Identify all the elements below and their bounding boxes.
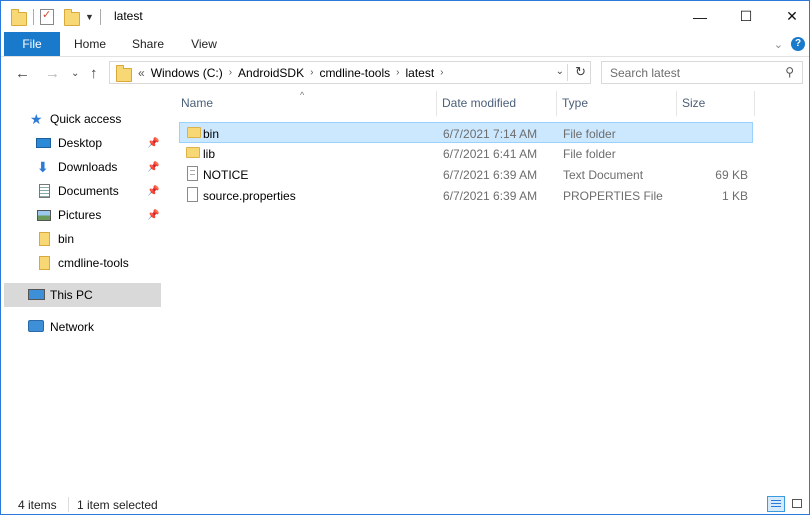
- recent-locations-chevron-icon[interactable]: ⌄: [71, 68, 79, 79]
- chevron-right-icon[interactable]: ›: [229, 67, 232, 78]
- file-type: Text Document: [563, 168, 644, 182]
- pin-icon[interactable]: 📌: [147, 138, 159, 149]
- help-icon[interactable]: ?: [791, 37, 805, 51]
- breadcrumb-latest[interactable]: latest: [405, 66, 434, 80]
- search-box[interactable]: ⚲: [601, 61, 803, 84]
- file-type: File folder: [563, 127, 616, 141]
- file-icon: [187, 187, 198, 202]
- quick-access-toolbar: ▼: [11, 8, 105, 26]
- back-arrow-icon[interactable]: ←: [15, 65, 30, 82]
- folder-icon: [186, 147, 200, 158]
- folder-icon: [39, 232, 50, 246]
- folder-icon: [187, 127, 201, 138]
- refresh-icon[interactable]: ↻: [575, 64, 586, 80]
- status-bar: 4 items 1 item selected: [1, 494, 809, 515]
- documents-icon: [39, 184, 50, 198]
- minimize-button[interactable]: —: [677, 1, 723, 32]
- pictures-icon: [37, 210, 51, 221]
- file-date: 6/7/2021 7:14 AM: [443, 127, 538, 141]
- tab-home[interactable]: Home: [67, 32, 113, 56]
- file-row-lib[interactable]: lib 6/7/2021 6:41 AM File folder: [179, 143, 753, 164]
- pin-icon[interactable]: 📌: [147, 162, 159, 173]
- details-view-button[interactable]: [767, 496, 785, 512]
- nav-this-pc[interactable]: This PC: [4, 283, 161, 307]
- file-name: bin: [203, 127, 220, 141]
- star-icon: ★: [30, 110, 43, 127]
- address-bar[interactable]: « Windows (C:) › AndroidSDK › cmdline-to…: [109, 61, 591, 84]
- file-type: File folder: [563, 147, 616, 161]
- nav-item-desktop[interactable]: Desktop 📌: [4, 131, 161, 155]
- large-icons-view-button[interactable]: [789, 496, 807, 512]
- close-button[interactable]: ✕: [769, 1, 812, 32]
- computer-icon: [28, 289, 45, 300]
- file-row-source-properties[interactable]: source.properties 6/7/2021 6:39 AM PROPE…: [179, 185, 753, 206]
- file-date: 6/7/2021 6:41 AM: [443, 147, 538, 161]
- tab-file[interactable]: File: [4, 32, 60, 56]
- download-icon: ⬇: [37, 158, 49, 175]
- chevron-right-icon[interactable]: ›: [396, 67, 399, 78]
- desktop-icon: [36, 138, 51, 148]
- column-header-size[interactable]: Size: [682, 89, 752, 118]
- breadcrumb-overflow[interactable]: «: [138, 66, 145, 80]
- text-file-icon: [187, 166, 198, 181]
- navigation-bar: ← → ⌄ ↑ « Windows (C:) › AndroidSDK › cm…: [1, 57, 809, 89]
- breadcrumb-androidsdk[interactable]: AndroidSDK: [238, 66, 304, 80]
- search-icon[interactable]: ⚲: [785, 65, 794, 79]
- large-icons-view-icon: [792, 499, 802, 508]
- column-header-date[interactable]: Date modified: [442, 89, 556, 118]
- nav-item-bin[interactable]: bin: [4, 227, 161, 251]
- up-arrow-icon[interactable]: ↑: [90, 65, 98, 82]
- nav-network[interactable]: Network: [4, 315, 161, 339]
- customize-toolbar-dropdown-icon[interactable]: ▼: [85, 12, 94, 22]
- file-name: source.properties: [203, 189, 296, 203]
- file-name: lib: [203, 147, 216, 161]
- chevron-right-icon[interactable]: ›: [440, 67, 443, 78]
- nav-quick-access[interactable]: ★ Quick access: [4, 107, 161, 131]
- item-count: 4 items: [18, 498, 57, 512]
- pin-icon[interactable]: 📌: [147, 210, 159, 221]
- breadcrumb-cmdline-tools[interactable]: cmdline-tools: [319, 66, 390, 80]
- chevron-right-icon[interactable]: ›: [310, 67, 313, 78]
- window-title: latest: [114, 9, 143, 23]
- explorer-window: ▼ latest — ☐ ✕ File Home Share View ⌄ ? …: [0, 0, 810, 515]
- expand-ribbon-icon[interactable]: ⌄: [774, 38, 783, 51]
- file-date: 6/7/2021 6:39 AM: [443, 189, 538, 203]
- pin-icon[interactable]: 📌: [147, 186, 159, 197]
- folder-icon: [116, 64, 132, 82]
- breadcrumb-drive[interactable]: Windows (C:): [151, 66, 223, 80]
- address-dropdown-icon[interactable]: ⌄: [556, 66, 564, 77]
- tab-view[interactable]: View: [181, 32, 227, 56]
- file-type: PROPERTIES File: [563, 189, 663, 203]
- new-folder-icon[interactable]: [64, 8, 80, 26]
- tab-share[interactable]: Share: [125, 32, 171, 56]
- selection-count: 1 item selected: [77, 498, 158, 512]
- network-icon: [28, 320, 44, 332]
- file-list: ^ Name Date modified Type Size bin 6/7/2…: [176, 89, 806, 489]
- file-row-notice[interactable]: NOTICE 6/7/2021 6:39 AM Text Document 69…: [179, 164, 753, 185]
- file-date: 6/7/2021 6:39 AM: [443, 168, 538, 182]
- column-header-name[interactable]: Name: [181, 89, 436, 118]
- file-size: 69 KB: [715, 168, 748, 182]
- nav-item-downloads[interactable]: ⬇ Downloads 📌: [4, 155, 161, 179]
- file-size: 1 KB: [721, 189, 748, 203]
- nav-item-documents[interactable]: Documents 📌: [4, 179, 161, 203]
- nav-item-pictures[interactable]: Pictures 📌: [4, 203, 161, 227]
- title-bar: ▼ latest — ☐ ✕: [1, 1, 809, 32]
- column-header-type[interactable]: Type: [562, 89, 676, 118]
- forward-arrow-icon[interactable]: →: [45, 65, 60, 82]
- navigation-pane: ★ Quick access Desktop 📌 ⬇ Downloads 📌 D…: [4, 91, 162, 491]
- maximize-button[interactable]: ☐: [723, 1, 769, 32]
- ribbon-tabs: File Home Share View ⌄ ?: [1, 32, 809, 57]
- search-input[interactable]: [608, 65, 782, 81]
- nav-item-cmdline-tools[interactable]: cmdline-tools: [4, 251, 161, 275]
- file-row-bin[interactable]: bin 6/7/2021 7:14 AM File folder: [179, 122, 753, 143]
- file-name: NOTICE: [203, 168, 249, 182]
- properties-icon[interactable]: [40, 8, 54, 25]
- folder-icon: [39, 256, 50, 270]
- details-view-icon: [771, 500, 781, 508]
- folder-icon: [11, 8, 27, 26]
- nav-label: Quick access: [50, 112, 122, 126]
